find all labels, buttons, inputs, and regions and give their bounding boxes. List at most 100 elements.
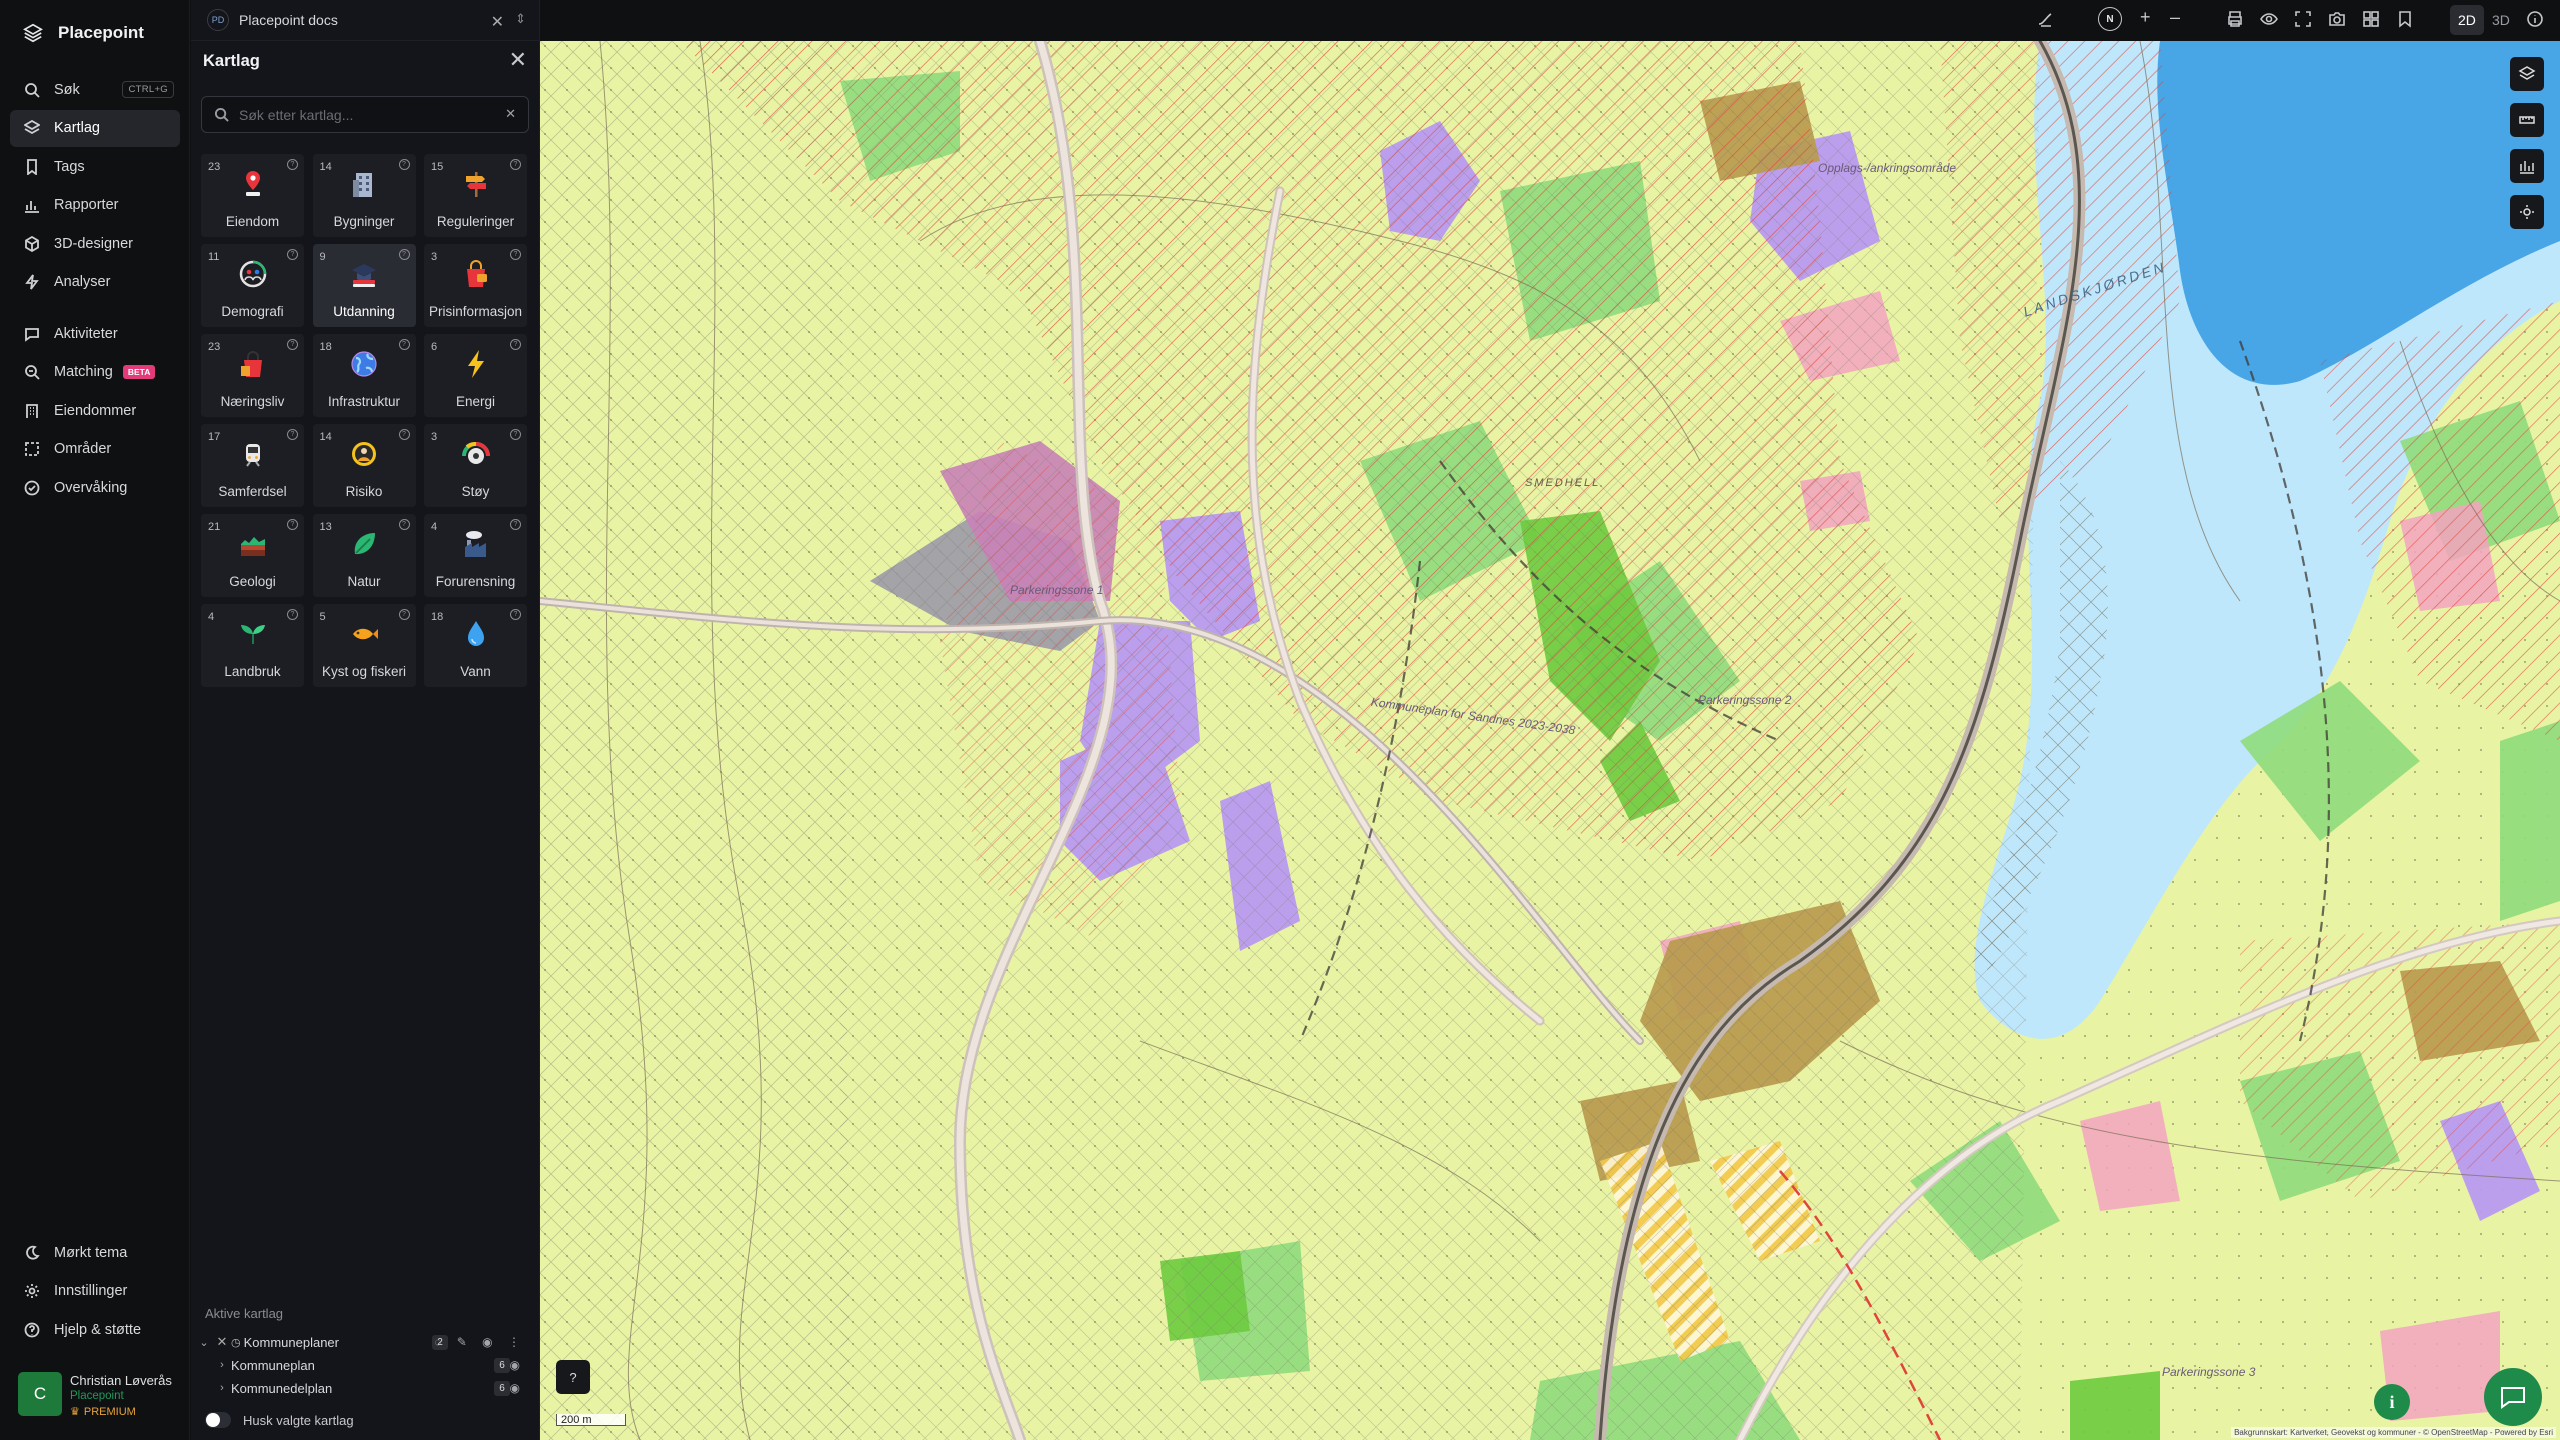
- info-icon[interactable]: ?: [398, 609, 410, 620]
- category-tile-geologi[interactable]: 21? Geologi: [201, 514, 304, 597]
- nav-item-aktiviteter[interactable]: Aktiviteter: [10, 315, 180, 352]
- grid-icon[interactable]: [2362, 10, 2380, 32]
- category-tile-eiendom[interactable]: 23? Eiendom: [201, 154, 304, 237]
- app-logo[interactable]: Placepoint: [22, 22, 144, 44]
- nav-item-tags[interactable]: Tags: [10, 148, 180, 185]
- eye-icon[interactable]: [2260, 10, 2278, 32]
- layer-controls[interactable]: ◌ ✎ ◉ ⋮: [434, 1335, 526, 1349]
- info-icon[interactable]: ?: [510, 159, 521, 170]
- info-icon[interactable]: ?: [510, 249, 521, 260]
- north-compass[interactable]: N: [2098, 7, 2122, 31]
- mode-2d-button[interactable]: 2D: [2450, 5, 2484, 35]
- nav-item-help[interactable]: Hjelp & støtte: [10, 1311, 180, 1348]
- category-tile-prisinformasjon[interactable]: 3? Prisinformasjon: [424, 244, 527, 327]
- remove-layer-icon[interactable]: ✕: [213, 1334, 231, 1350]
- info-icon[interactable]: ?: [287, 609, 298, 620]
- active-layer-group[interactable]: ⌄ ✕ ◷ Kommuneplaner 2 ◌ ✎ ◉ ⋮: [191, 1331, 540, 1353]
- category-tile-landbruk[interactable]: 4? Landbruk: [201, 604, 304, 687]
- fullscreen-icon[interactable]: [2294, 10, 2312, 32]
- chevron-right-icon[interactable]: ›: [213, 1382, 231, 1394]
- info-icon[interactable]: ?: [287, 519, 298, 530]
- bookmark-icon[interactable]: [2396, 10, 2414, 32]
- nav-item-rapporter[interactable]: Rapporter: [10, 187, 180, 224]
- user-profile[interactable]: C Christian Løverås Placepoint ♛ PREMIUM: [18, 1372, 172, 1418]
- category-tile-kyst-og-fiskeri[interactable]: 5? Kyst og fiskeri: [312, 604, 416, 687]
- category-tile-infrastruktur[interactable]: 18? Infrastruktur: [312, 334, 416, 417]
- chat-fab-button[interactable]: [2484, 1368, 2542, 1426]
- active-layer-row[interactable]: › Kommuneplan 6 ◉: [191, 1354, 540, 1376]
- basemap-selector-button[interactable]: [2510, 57, 2544, 91]
- nav-item-sok[interactable]: Søk CTRL+G: [10, 71, 180, 108]
- map-canvas[interactable]: Opplags-/ankringsområde LANDSKJØRDEN Par…: [540, 41, 2560, 1440]
- info-icon[interactable]: ?: [287, 159, 298, 170]
- remember-layers-toggle[interactable]: Husk valgte kartlag: [205, 1412, 354, 1428]
- category-tile-utdanning[interactable]: 9? Utdanning: [312, 244, 416, 327]
- info-icon[interactable]: ?: [287, 429, 298, 440]
- info-icon[interactable]: ?: [510, 429, 521, 440]
- info-icon[interactable]: ?: [510, 519, 521, 530]
- plan-label: PREMIUM: [83, 1405, 136, 1418]
- placepoint-logo-icon: [23, 23, 43, 43]
- scale-bar: 200 m: [556, 1414, 626, 1426]
- category-tile-forurensning[interactable]: 4? Forurensning: [424, 514, 527, 597]
- nav-item-analyser[interactable]: Analyser: [10, 264, 180, 301]
- mode-3d-button[interactable]: 3D: [2484, 5, 2518, 35]
- nav-item-matching[interactable]: Matching BETA: [10, 354, 180, 391]
- category-tile-demografi[interactable]: 11? Demografi: [201, 244, 304, 327]
- measure-button[interactable]: [2510, 103, 2544, 137]
- info-icon[interactable]: ?: [398, 159, 410, 170]
- info-icon[interactable]: ?: [398, 339, 410, 350]
- layer-label: Kommunedelplan: [231, 1380, 333, 1396]
- close-docs-icon[interactable]: ✕: [491, 12, 504, 32]
- sun-shadow-button[interactable]: [2510, 195, 2544, 229]
- eye-icon[interactable]: ◉: [510, 1381, 526, 1395]
- layer-label: Kommuneplan: [231, 1357, 315, 1373]
- category-tile-samferdsel[interactable]: 17? Samferdsel: [201, 424, 304, 507]
- info-icon[interactable]: ?: [398, 429, 410, 440]
- docs-tab[interactable]: PD Placepoint docs ✕ ⇕: [191, 0, 540, 41]
- chevron-right-icon[interactable]: ›: [213, 1359, 231, 1371]
- chevron-down-icon[interactable]: ⌄: [195, 1336, 213, 1349]
- category-label: Utdanning: [333, 304, 395, 319]
- expand-docs-icon[interactable]: ⇕: [515, 11, 526, 27]
- close-panel-icon[interactable]: ✕: [509, 49, 527, 71]
- category-tile-energi[interactable]: 6? Energi: [424, 334, 527, 417]
- nav-item-settings[interactable]: Innstillinger: [10, 1273, 180, 1310]
- category-tile-bygninger[interactable]: 14? Bygninger: [312, 154, 416, 237]
- nav-label: Eiendommer: [54, 402, 137, 419]
- info-fab-button[interactable]: i: [2374, 1384, 2410, 1420]
- info-icon[interactable]: ?: [398, 249, 410, 260]
- draw-icon[interactable]: [2036, 10, 2054, 32]
- nav-item-overvaking[interactable]: Overvåking: [10, 469, 180, 506]
- category-tile-risiko[interactable]: 14? Risiko: [312, 424, 416, 507]
- category-label: Landbruk: [224, 664, 281, 679]
- nav-item-omrader[interactable]: Områder: [10, 431, 180, 468]
- info-icon[interactable]: ?: [510, 609, 521, 620]
- info-icon[interactable]: ?: [510, 339, 521, 350]
- nav-item-dark-theme[interactable]: Mørkt tema: [10, 1234, 180, 1271]
- layer-search[interactable]: ✕: [201, 96, 529, 133]
- category-tile-natur[interactable]: 13? Natur: [312, 514, 416, 597]
- eye-icon[interactable]: ◉: [510, 1358, 526, 1372]
- clear-search-icon[interactable]: ✕: [505, 106, 516, 122]
- camera-icon[interactable]: [2328, 10, 2346, 32]
- nav-item-kartlag[interactable]: Kartlag: [10, 109, 180, 147]
- category-tile-naeringsliv[interactable]: 23? Næringsliv: [201, 334, 304, 417]
- zoom-out-icon[interactable]: –: [2170, 7, 2180, 28]
- info-icon[interactable]: ?: [287, 249, 298, 260]
- active-layer-row[interactable]: › Kommunedelplan 6 ◉: [191, 1377, 540, 1399]
- category-tile-vann[interactable]: 18? Vann: [424, 604, 527, 687]
- category-tile-stoy[interactable]: 3? Støy: [424, 424, 527, 507]
- map-help-button[interactable]: ?: [556, 1360, 590, 1394]
- category-tile-reguleringer[interactable]: 15? Reguleringer: [424, 154, 527, 237]
- toggle-switch[interactable]: [205, 1412, 231, 1428]
- layer-search-input[interactable]: [239, 106, 499, 123]
- info-icon[interactable]: ?: [287, 339, 298, 350]
- nav-item-eiendommer[interactable]: Eiendommer: [10, 392, 180, 429]
- zoom-in-icon[interactable]: +: [2140, 7, 2151, 28]
- info-icon[interactable]: ?: [398, 519, 410, 530]
- nav-item-3d-designer[interactable]: 3D-designer: [10, 225, 180, 262]
- info-icon[interactable]: [2526, 10, 2544, 32]
- elevation-profile-button[interactable]: [2510, 149, 2544, 183]
- print-icon[interactable]: [2226, 10, 2244, 32]
